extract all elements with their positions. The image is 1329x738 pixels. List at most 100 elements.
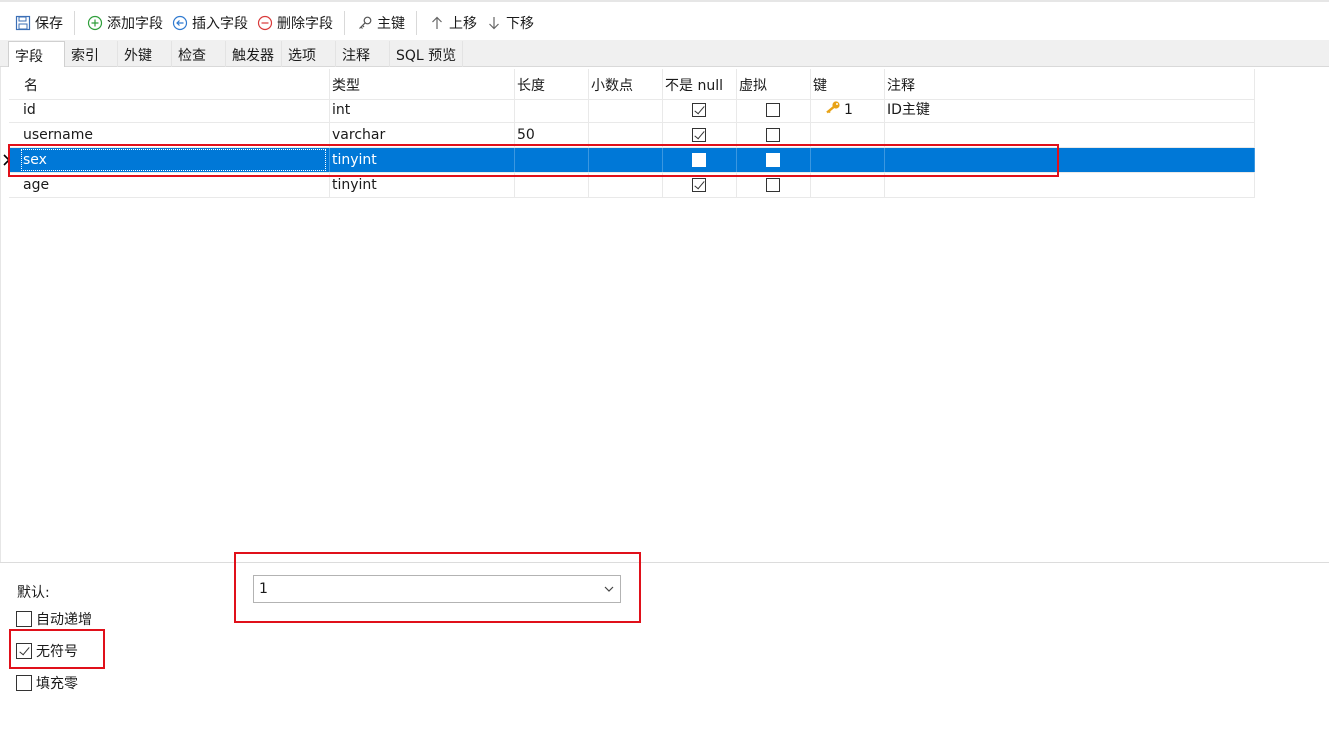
not-null-checkbox[interactable]	[692, 178, 706, 192]
column-header-length[interactable]: 长度	[515, 69, 589, 99]
tab-comment[interactable]: 注释	[336, 41, 390, 67]
zerofill-checkbox[interactable]	[16, 675, 32, 691]
zerofill-option[interactable]: 填充零	[16, 673, 78, 693]
not-null-checkbox[interactable]	[692, 128, 706, 142]
virtual-checkbox[interactable]	[766, 103, 780, 117]
save-label: 保存	[35, 16, 63, 32]
column-header-name[interactable]: 名	[9, 69, 330, 99]
column-header-key[interactable]: 键	[811, 69, 885, 99]
move-up-button[interactable]: 上移	[424, 9, 481, 37]
column-header-decimals[interactable]: 小数点	[589, 69, 663, 99]
table-row[interactable]: id int 1 ID主键	[9, 98, 1255, 123]
virtual-checkbox[interactable]	[766, 153, 780, 167]
field-comment-cell[interactable]	[885, 173, 1255, 197]
field-decimals-cell[interactable]	[589, 173, 663, 197]
plus-circle-icon	[86, 14, 104, 32]
column-header-not-null[interactable]: 不是 null	[663, 69, 737, 99]
move-down-label: 下移	[506, 16, 534, 32]
not-null-checkbox[interactable]	[692, 153, 706, 167]
field-type-cell[interactable]: varchar	[330, 123, 515, 147]
field-comment-cell[interactable]	[885, 148, 1255, 172]
virtual-checkbox[interactable]	[766, 128, 780, 142]
minus-circle-icon	[256, 14, 274, 32]
default-value-select[interactable]: 1	[253, 575, 621, 603]
default-label: 默认:	[17, 585, 50, 601]
insert-field-button[interactable]: 插入字段	[167, 9, 252, 37]
not-null-checkbox[interactable]	[692, 103, 706, 117]
table-row[interactable]: username varchar 50	[9, 123, 1255, 148]
unsigned-option[interactable]: 无符号	[16, 641, 78, 661]
move-down-button[interactable]: 下移	[481, 9, 538, 37]
default-value: 1	[259, 581, 268, 597]
add-field-button[interactable]: 添加字段	[82, 9, 167, 37]
insert-field-label: 插入字段	[192, 16, 248, 32]
grid-header: 名 类型 长度 小数点 不是 null 虚拟 键 注释	[9, 69, 1255, 100]
tab-label: 选项	[288, 48, 316, 64]
key-cell[interactable]	[811, 148, 885, 172]
toolbar-divider	[344, 11, 345, 35]
primary-key-button[interactable]: 主键	[352, 9, 409, 37]
not-null-cell	[663, 173, 737, 197]
tab-checks[interactable]: 检查	[172, 41, 226, 67]
tab-indexes[interactable]: 索引	[65, 41, 118, 67]
unsigned-checkbox[interactable]	[16, 643, 32, 659]
field-decimals-cell[interactable]	[589, 148, 663, 172]
field-name-cell[interactable]: age	[9, 173, 330, 197]
key-order: 1	[844, 102, 853, 118]
delete-field-button[interactable]: 删除字段	[252, 9, 337, 37]
tab-foreign-keys[interactable]: 外键	[118, 41, 172, 67]
field-type-cell[interactable]: int	[330, 98, 515, 122]
field-decimals-cell[interactable]	[589, 98, 663, 122]
save-button[interactable]: 保存	[10, 9, 67, 37]
tab-sql-preview[interactable]: SQL 预览	[390, 41, 463, 67]
save-icon	[14, 14, 32, 32]
field-comment-cell[interactable]: ID主键	[885, 98, 1255, 122]
table-row-selected[interactable]: sex tinyint	[3, 148, 1255, 173]
tab-label: 检查	[178, 48, 206, 64]
toolbar: 保存 添加字段 插入字段 删除字段 主键 上移 下移	[0, 0, 1329, 44]
column-header-type[interactable]: 类型	[330, 69, 515, 99]
tab-fields[interactable]: 字段	[8, 41, 65, 68]
key-cell[interactable]	[811, 173, 885, 197]
field-comment-cell[interactable]	[885, 123, 1255, 147]
field-name-cell[interactable]: username	[9, 123, 330, 147]
auto-increment-option[interactable]: 自动递增	[16, 609, 92, 629]
field-type-cell[interactable]: tinyint	[330, 173, 515, 197]
tab-triggers[interactable]: 触发器	[226, 41, 282, 67]
key-cell[interactable]: 1	[811, 98, 885, 122]
not-null-cell	[663, 148, 737, 172]
primary-key-label: 主键	[377, 16, 405, 32]
table-row[interactable]: age tinyint	[9, 173, 1255, 198]
tab-label: 外键	[124, 48, 152, 64]
tab-bar: 字段 索引 外键 检查 触发器 选项 注释 SQL 预览	[0, 40, 1329, 68]
key-icon	[356, 14, 374, 32]
field-decimals-cell[interactable]	[589, 123, 663, 147]
delete-field-label: 删除字段	[277, 16, 333, 32]
toolbar-divider	[74, 11, 75, 35]
virtual-checkbox[interactable]	[766, 178, 780, 192]
virtual-cell	[737, 173, 811, 197]
tab-label: 字段	[15, 49, 43, 65]
field-type-cell[interactable]: tinyint	[330, 148, 515, 172]
field-length-cell[interactable]: 50	[515, 123, 589, 147]
field-length-cell[interactable]	[515, 148, 589, 172]
field-name-cell[interactable]: id	[9, 98, 330, 122]
field-name-editor[interactable]: sex	[21, 149, 326, 171]
virtual-cell	[737, 148, 811, 172]
auto-increment-checkbox[interactable]	[16, 611, 32, 627]
virtual-cell	[737, 123, 811, 147]
arrow-down-icon	[485, 14, 503, 32]
field-length-cell[interactable]	[515, 98, 589, 122]
not-null-cell	[663, 123, 737, 147]
column-header-comment[interactable]: 注释	[885, 69, 1255, 99]
key-cell[interactable]	[811, 123, 885, 147]
field-name-cell[interactable]: sex	[9, 148, 330, 172]
field-length-cell[interactable]	[515, 173, 589, 197]
fields-grid: 名 类型 长度 小数点 不是 null 虚拟 键 注释 id int 1 ID主…	[0, 67, 1329, 562]
chevron-down-icon[interactable]	[604, 584, 614, 594]
tab-label: SQL 预览	[396, 48, 457, 64]
column-header-virtual[interactable]: 虚拟	[737, 69, 811, 99]
toolbar-divider	[416, 11, 417, 35]
auto-increment-label: 自动递增	[36, 612, 92, 628]
tab-options[interactable]: 选项	[282, 41, 336, 67]
